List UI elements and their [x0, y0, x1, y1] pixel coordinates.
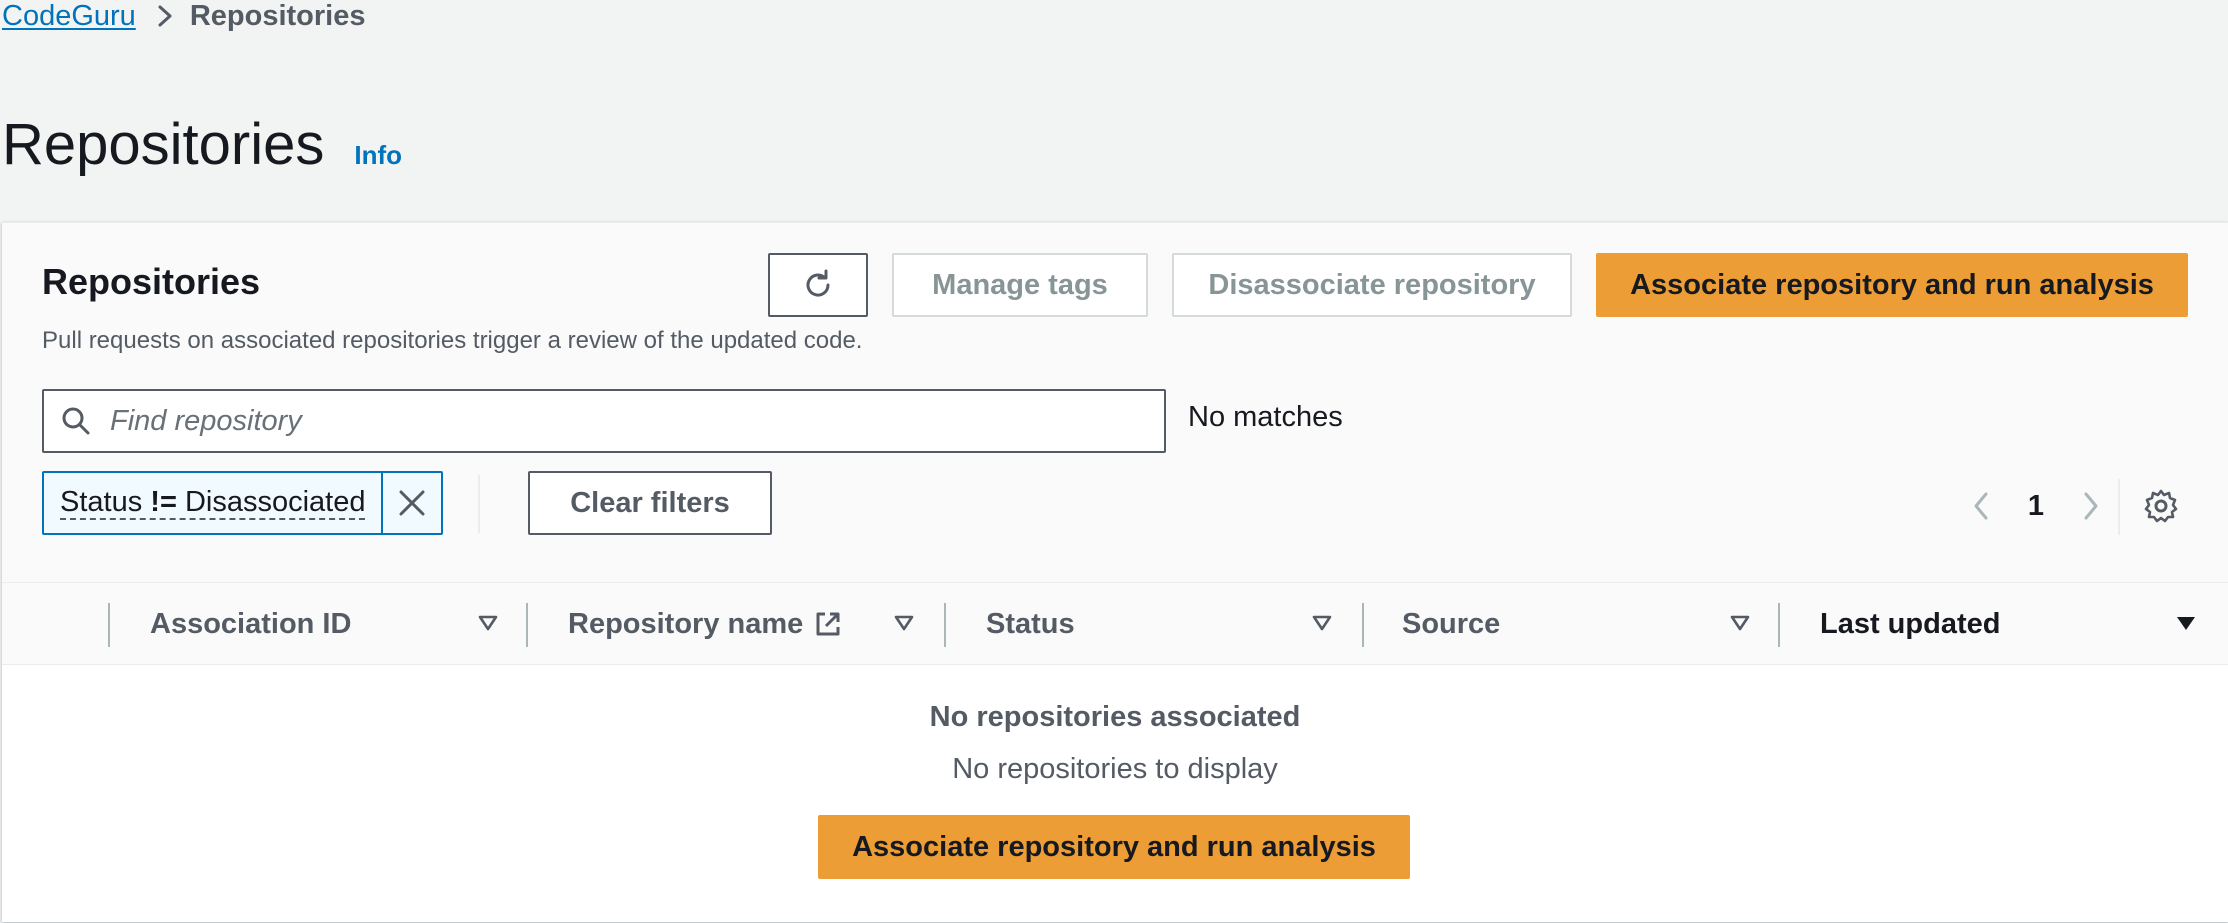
caret-down-icon[interactable]	[1310, 611, 1334, 635]
repositories-table-container: Repositories Pull requests on associated…	[2, 222, 2228, 922]
page-title: Repositories	[2, 112, 325, 177]
filter-token-label[interactable]: Status != Disassociated	[44, 473, 384, 533]
filter-operator: !=	[150, 486, 177, 518]
info-link[interactable]: Info	[354, 140, 402, 171]
filter-value: Disassociated	[184, 486, 366, 518]
caret-down-icon[interactable]	[1728, 611, 1752, 635]
chevron-right-icon	[2080, 490, 2102, 522]
search-field	[42, 389, 1166, 453]
pagination-divider	[2118, 479, 2120, 535]
gear-icon	[2143, 488, 2179, 524]
search-icon	[44, 405, 108, 437]
column-header-last-updated[interactable]: Last updated	[1820, 583, 2000, 665]
column-divider	[1778, 603, 1780, 647]
table-settings-button[interactable]	[2136, 481, 2186, 531]
column-divider	[1362, 603, 1364, 647]
column-header-status[interactable]: Status	[986, 583, 1075, 665]
close-icon	[397, 488, 427, 518]
filter-token: Status != Disassociated	[42, 471, 444, 535]
caret-down-icon[interactable]	[2174, 611, 2198, 635]
previous-page-button[interactable]	[1956, 481, 2006, 531]
column-divider	[526, 603, 528, 647]
container-description: Pull requests on associated repositories…	[42, 327, 863, 354]
column-header-association-id[interactable]: Association ID	[150, 583, 351, 665]
column-header-repository-name[interactable]: Repository name	[568, 583, 843, 665]
column-divider	[108, 603, 110, 647]
container-header: Repositories Pull requests on associated…	[2, 223, 2228, 583]
breadcrumb-codeguru-link[interactable]: CodeGuru	[2, 0, 136, 33]
refresh-button[interactable]	[768, 253, 868, 317]
clear-filters-button[interactable]: Clear filters	[528, 471, 772, 535]
current-page-number[interactable]: 1	[2006, 490, 2066, 523]
page-header: Repositories Info	[2, 108, 402, 182]
search-input[interactable]	[108, 403, 1148, 439]
column-divider	[944, 603, 946, 647]
empty-associate-repository-button[interactable]: Associate repository and run analysis	[818, 815, 1410, 879]
associate-repository-button[interactable]: Associate repository and run analysis	[1596, 253, 2188, 317]
manage-tags-button[interactable]: Manage tags	[892, 253, 1148, 317]
next-page-button[interactable]	[2066, 481, 2116, 531]
external-link-icon	[813, 609, 843, 639]
caret-down-icon[interactable]	[892, 611, 916, 635]
caret-down-icon[interactable]	[476, 611, 500, 635]
breadcrumb-current: Repositories	[189, 0, 366, 32]
match-count: No matches	[1188, 401, 1343, 433]
pagination: 1	[1956, 481, 2116, 531]
chevron-right-icon	[156, 4, 174, 28]
remove-filter-button[interactable]	[383, 473, 441, 533]
filter-divider	[478, 475, 480, 533]
empty-state-description: No repositories to display	[952, 753, 1278, 785]
container-title: Repositories	[42, 261, 261, 302]
empty-state-title: No repositories associated	[929, 701, 1301, 733]
filter-property: Status	[60, 486, 143, 518]
chevron-left-icon	[1970, 490, 1992, 522]
column-header-source[interactable]: Source	[1402, 583, 1500, 665]
disassociate-repository-button[interactable]: Disassociate repository	[1172, 253, 1572, 317]
table-header: Association ID Repository name Status So…	[2, 583, 2228, 665]
column-header-label: Repository name	[568, 607, 804, 640]
breadcrumb: CodeGuru Repositories	[2, 0, 365, 32]
refresh-icon	[800, 267, 836, 303]
